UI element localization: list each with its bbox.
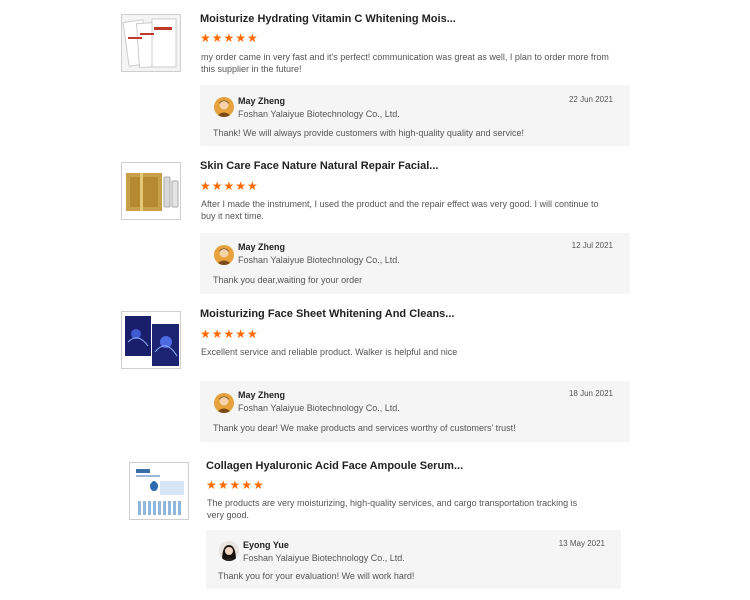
product-title[interactable]: Moisturize Hydrating Vitamin C Whitening…	[200, 13, 456, 25]
reply-author-name: May Zheng	[238, 96, 286, 106]
rating-stars: ★★★★★	[206, 478, 265, 492]
reply-date: 18 Jun 2021	[568, 389, 613, 398]
avatar	[219, 541, 239, 561]
avatar	[214, 97, 234, 117]
reply-date: 22 Jun 2021	[568, 95, 613, 104]
product-title[interactable]: Collagen Hyaluronic Acid Face Ampoule Se…	[206, 460, 463, 472]
reply-author-name: Eyong Yue	[243, 540, 289, 550]
supplier-reply: May Zheng Foshan Yalaiyue Biotechnology …	[200, 85, 630, 146]
supplier-reply: May Zheng Foshan Yalaiyue Biotechnology …	[200, 381, 630, 442]
rating-stars: ★★★★★	[200, 179, 259, 193]
reply-message: Thank you for your evaluation! We will w…	[218, 571, 415, 581]
product-thumbnail[interactable]	[129, 462, 189, 520]
review-text: Excellent service and reliable product. …	[201, 347, 458, 357]
product-thumbnail[interactable]	[121, 162, 181, 220]
supplier-reply: May Zheng Foshan Yalaiyue Biotechnology …	[200, 233, 630, 294]
reply-company: Foshan Yalaiyue Biotechnology Co., Ltd.	[243, 553, 405, 563]
reply-author-name: May Zheng	[238, 242, 286, 252]
reply-message: Thank! We will always provide customers …	[213, 128, 524, 138]
reply-author-name: May Zheng	[238, 390, 286, 400]
reply-company: Foshan Yalaiyue Biotechnology Co., Ltd.	[238, 109, 400, 119]
reply-message: Thank you dear! We make products and ser…	[213, 423, 516, 433]
reply-date: 13 May 2021	[558, 539, 605, 548]
reply-message: Thank you dear,waiting for your order	[213, 275, 363, 285]
review-text: my order came in very fast and it's perf…	[201, 52, 609, 74]
review-text: The products are very moisturizing, high…	[207, 498, 578, 520]
product-title[interactable]: Moisturizing Face Sheet Whitening And Cl…	[200, 308, 454, 320]
supplier-reply: Eyong Yue Foshan Yalaiyue Biotechnology …	[206, 530, 621, 589]
review-text: After I made the instrument, I used the …	[201, 199, 599, 221]
reply-date: 12 Jul 2021	[571, 241, 613, 250]
reply-company: Foshan Yalaiyue Biotechnology Co., Ltd.	[238, 403, 400, 413]
product-thumbnail[interactable]	[121, 14, 181, 72]
reply-company: Foshan Yalaiyue Biotechnology Co., Ltd.	[238, 255, 400, 265]
product-thumbnail[interactable]	[121, 311, 181, 369]
avatar	[214, 245, 234, 265]
avatar	[214, 393, 234, 413]
rating-stars: ★★★★★	[200, 31, 259, 45]
rating-stars: ★★★★★	[200, 327, 259, 341]
product-title[interactable]: Skin Care Face Nature Natural Repair Fac…	[200, 160, 438, 172]
